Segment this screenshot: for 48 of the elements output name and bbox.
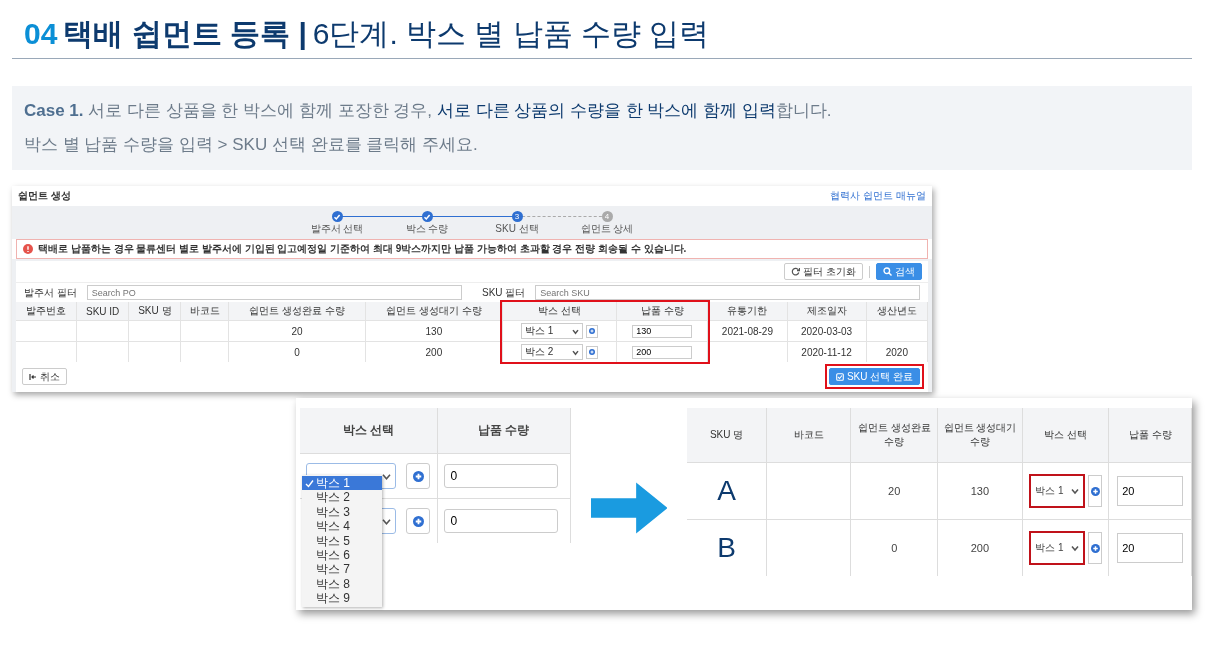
column-header: 쉽먼트 생성대기 수량 <box>365 302 503 321</box>
table-cell: 2020 <box>885 346 908 358</box>
column-header: 납품 수량 <box>437 408 571 454</box>
column-header: 박스 선택 <box>502 302 617 321</box>
table-cell: 130 <box>970 485 990 497</box>
note-text: 박스 별 납품 수량을 입력 > SKU 선택 완료를 클릭해 주세요. <box>24 134 479 156</box>
sku-letter: A <box>717 475 736 506</box>
step-label: 발주서 선택 <box>310 223 364 235</box>
table-cell: 2020-03-03 <box>801 325 853 337</box>
column-header: 박스 선택 <box>1022 408 1109 463</box>
table-cell: 20 <box>291 325 303 337</box>
step-label: 박스 수량 <box>405 223 449 235</box>
step-title: 6단계. 박스 별 납품 수량 입력 <box>312 16 710 52</box>
column-header: 납품 수량 <box>616 302 708 321</box>
step-label: SKU 선택 <box>495 223 539 235</box>
filter-label: 발주서 필터 <box>24 285 77 300</box>
alert-text: 택배로 납품하는 경우 물류센터 별로 발주서에 기입된 입고예정일 기준하여 최대 9박스까지만 납품 가능하여 초과할 경우 전량 회송될 수 있습니다. <box>38 242 687 256</box>
column-header: 박스 선택 <box>300 408 438 454</box>
column-header: 생산년도 <box>866 302 928 321</box>
page-title: 쉽먼트 생성 <box>18 189 71 203</box>
table-cell: 200 <box>425 346 443 358</box>
column-header: 바코드 <box>766 408 851 463</box>
column-header: 납품 수량 <box>1108 408 1192 463</box>
column-header: 쉽먼트 생성대기 수량 <box>937 408 1023 463</box>
column-header: 유통기한 <box>707 302 787 321</box>
filter-label: SKU 필터 <box>482 285 526 300</box>
table-cell: 0 <box>891 542 898 554</box>
section-number: 04 <box>24 17 58 51</box>
step-label: 쉽먼트 상세 <box>580 223 634 235</box>
table-cell: 130 <box>425 325 443 337</box>
table-cell: 2021-08-29 <box>721 325 773 337</box>
table-cell: 200 <box>970 542 990 554</box>
column-header: SKU ID <box>76 302 129 321</box>
column-header: 발주번호 <box>16 302 77 321</box>
column-header: 제조일자 <box>787 302 867 321</box>
table-cell: 2020-11-12 <box>801 346 852 358</box>
column-header: SKU 명 <box>128 302 181 321</box>
sku-letter: B <box>717 532 736 563</box>
step-marker: 4 <box>601 211 613 222</box>
note-text: Case 1. 서로 다른 상품을 한 박스에 함께 포장한 경우, 서로 다른 상품의 수량을 한 박스에 함께 입력합니다. <box>24 100 833 122</box>
column-header: 쉽먼트 생성완료 수량 <box>850 408 938 463</box>
section-title: 택배 쉽먼트 등록 | <box>63 16 307 52</box>
table-cell: 20 <box>888 485 901 497</box>
table-cell: 0 <box>294 346 300 358</box>
column-header: SKU 명 <box>687 408 767 463</box>
column-header: 쉽먼트 생성완료 수량 <box>228 302 366 321</box>
step-marker: 3 <box>511 211 523 222</box>
column-header: 바코드 <box>180 302 229 321</box>
